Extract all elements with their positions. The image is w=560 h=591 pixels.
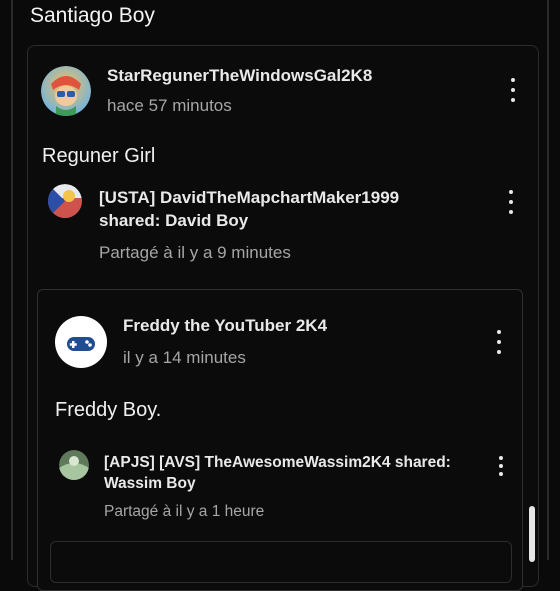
nested-share-avatar[interactable] — [59, 450, 89, 480]
inner-timestamp: il y a 14 minutes — [123, 348, 246, 367]
nested-share-more-icon[interactable] — [496, 456, 506, 476]
inner-post-text: Freddy Boy. — [55, 399, 162, 421]
gamepad-icon — [67, 337, 95, 351]
post-timestamp: hace 57 minutos — [107, 96, 232, 115]
post-author-name[interactable]: StarRegunerTheWindowsGal2K8 — [107, 66, 372, 86]
avatar-image — [48, 184, 82, 218]
avatar-image — [41, 66, 91, 116]
share-author-avatar[interactable] — [48, 184, 82, 218]
window-frame-left — [11, 0, 13, 560]
nested-shared-card[interactable] — [50, 541, 512, 583]
inner-author-name[interactable]: Freddy the YouTuber 2K4 — [123, 316, 327, 336]
inner-author-avatar[interactable] — [55, 316, 107, 368]
share-more-icon[interactable] — [506, 190, 516, 214]
post-text: Reguner Girl — [42, 145, 156, 167]
share-author-line1[interactable]: [USTA] DavidTheMapchartMaker1999 — [99, 188, 399, 208]
nested-share-author-line2: Wassim Boy — [104, 475, 196, 492]
window-frame-right — [547, 0, 549, 560]
nested-share-timestamp: Partagé à il y a 1 heure — [104, 503, 265, 520]
post-author-avatar[interactable] — [41, 66, 91, 116]
avatar-image — [59, 450, 89, 480]
scrollbar-thumb[interactable] — [529, 506, 535, 562]
share-timestamp: Partagé à il y a 9 minutes — [99, 243, 291, 262]
share-author-line2: shared: David Boy — [99, 211, 249, 230]
page-title: Santiago Boy — [30, 4, 155, 27]
inner-more-icon[interactable] — [494, 330, 504, 354]
nested-share-author-line1[interactable]: [APJS] [AVS] TheAwesomeWassim2K4 shared: — [104, 454, 451, 472]
post-more-icon[interactable] — [508, 78, 518, 102]
